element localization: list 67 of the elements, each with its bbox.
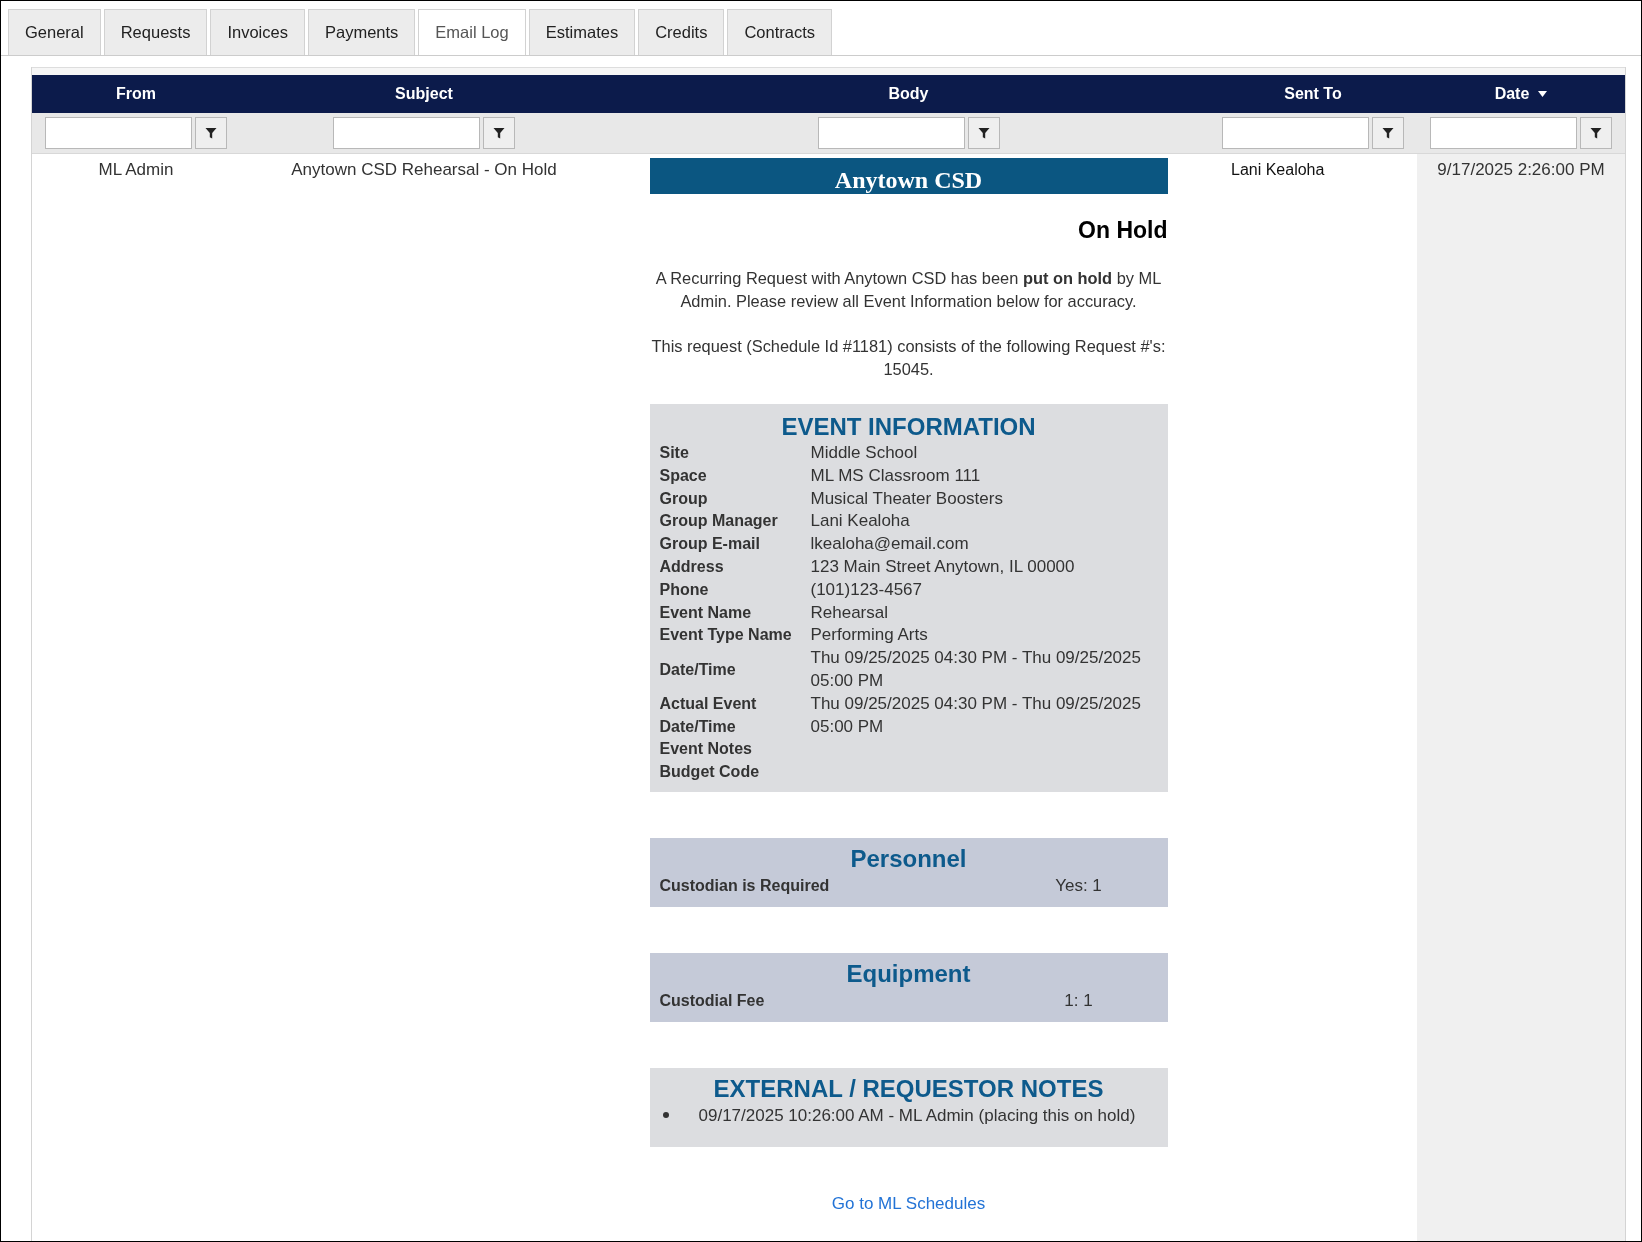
item-quantity: 1: 1	[1064, 990, 1093, 1010]
filter-button[interactable]	[195, 117, 227, 149]
field-label: Space	[659, 465, 708, 486]
panel-title: Personnel	[849, 843, 968, 874]
tab[interactable]: Invoices	[210, 9, 305, 55]
panel-title: EXTERNAL / REQUESTOR NOTES	[712, 1073, 1105, 1104]
bullet-icon	[662, 1112, 669, 1119]
schedules-link[interactable]: Go to ML Schedules	[831, 1193, 986, 1213]
field-label: Event Name	[659, 602, 753, 623]
field-value: ML MS Classroom 111	[810, 464, 982, 487]
tab[interactable]: Contracts	[727, 9, 832, 55]
tab[interactable]: Email Log	[418, 9, 526, 55]
field-label: Group	[659, 488, 709, 509]
note-text: 09/17/2025 10:26:00 AM - ML Admin (placing this on hold)	[698, 1104, 1136, 1127]
field-value: Thu 09/25/2025 04:30 PM - Thu 09/25/2025 05:00 PM	[810, 692, 1142, 738]
filter-icon	[1382, 127, 1394, 139]
filter-button[interactable]	[483, 117, 515, 149]
filter-field[interactable]	[817, 117, 965, 149]
filter-field[interactable]	[333, 117, 480, 149]
email-banner: Anytown CSD	[649, 158, 1168, 194]
filter-button[interactable]	[1580, 117, 1612, 149]
field-label: Site	[659, 443, 690, 463]
tab[interactable]: Payments	[307, 9, 416, 55]
field-value: 123 Main Street Anytown, IL 00000	[810, 556, 1076, 578]
sent-date: 9/17/2025 2:26:00 PM	[1437, 160, 1605, 179]
item-label: Custodian is Required	[659, 875, 831, 896]
field-label: Address	[659, 557, 725, 577]
filter-field[interactable]	[1430, 117, 1577, 149]
tab[interactable]: Credits	[638, 9, 725, 55]
filter-icon	[1590, 127, 1602, 139]
item-quantity: Yes: 1	[1055, 875, 1102, 895]
filter-button[interactable]	[967, 117, 1000, 149]
field-label: Event Type Name	[659, 625, 793, 646]
filter-field[interactable]	[45, 117, 192, 149]
sender-name: ML Admin	[98, 160, 174, 179]
filter-field[interactable]	[1222, 117, 1369, 149]
field-value: Thu 09/25/2025 04:30 PM - Thu 09/25/2025 05:00 PM	[810, 647, 1142, 692]
item-label: Custodial Fee	[659, 990, 766, 1011]
field-value: (101)123-4567	[810, 578, 924, 601]
filter-icon	[977, 127, 990, 139]
field-value: lkealoha@email.com	[810, 533, 970, 556]
panel-title: Equipment	[845, 958, 972, 989]
field-value: Middle School	[810, 442, 919, 464]
filter-button[interactable]	[1372, 117, 1404, 149]
field-value: Musical Theater Boosters	[810, 487, 1004, 510]
field-value: Rehearsal	[810, 601, 889, 624]
tab[interactable]: General	[8, 9, 101, 55]
field-label: Event Notes	[659, 739, 753, 760]
tab[interactable]: Requests	[103, 9, 208, 55]
status-heading: On Hold	[1077, 216, 1168, 245]
tab[interactable]: Estimates	[528, 9, 636, 55]
field-value: Performing Arts	[810, 624, 929, 647]
field-label: Group Manager	[659, 511, 779, 532]
filter-icon	[493, 127, 505, 139]
subject-text: Anytown CSD Rehearsal - On Hold	[291, 160, 557, 179]
field-label: Date/Time	[659, 659, 737, 680]
field-label: Group E-mail	[659, 534, 761, 555]
field-label: Phone	[659, 579, 710, 600]
field-label: Actual Event Date/Time	[659, 693, 758, 737]
sort-descending-icon	[1538, 91, 1548, 97]
recipient-name: Lani Kealoha	[1231, 161, 1325, 178]
email-paragraph: This request (Schedule Id #1181) consists of the following Request #'s: 15045.	[650, 336, 1167, 380]
email-paragraph: A Recurring Request with Anytown CSD has been put on hold by ML Admin. Please review all Event Information below for accuracy.	[654, 268, 1163, 312]
panel-title: EVENT INFORMATION	[780, 412, 1037, 442]
filter-icon	[205, 127, 217, 139]
field-value: Lani Kealoha	[810, 510, 911, 533]
field-label: Budget Code	[659, 762, 761, 783]
